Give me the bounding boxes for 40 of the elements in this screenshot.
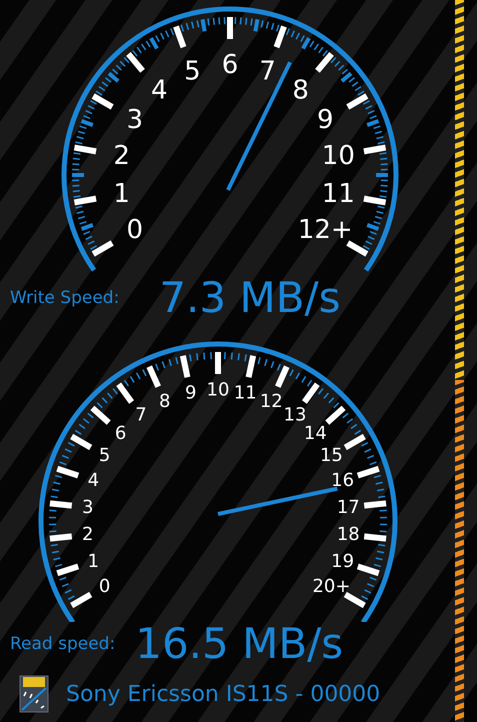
scale-label: 12 bbox=[260, 390, 283, 412]
scale-label: 5 bbox=[184, 56, 201, 87]
scale-label: 17 bbox=[336, 496, 360, 518]
speed-value: 7.3 MB/s bbox=[159, 277, 341, 319]
scale-label: 9 bbox=[185, 382, 196, 404]
scale-label: 0 bbox=[98, 576, 110, 597]
scale-label: 10 bbox=[206, 380, 230, 400]
speed-label: Read speed: bbox=[10, 634, 116, 654]
scale-label: 6 bbox=[222, 50, 238, 80]
scale-label: 1 bbox=[88, 550, 100, 572]
scale-label: 11 bbox=[234, 382, 257, 404]
speed-label: Write Speed: bbox=[10, 288, 120, 308]
scale-label: 10 bbox=[322, 140, 355, 171]
scale-label: 12+ bbox=[298, 215, 353, 245]
scale-label: 8 bbox=[159, 390, 170, 412]
scale-label: 8 bbox=[292, 76, 309, 106]
scale-label: 9 bbox=[317, 105, 334, 135]
scale-label: 19 bbox=[331, 550, 354, 572]
scale-label: 16 bbox=[331, 470, 354, 492]
scale-label: 1 bbox=[113, 179, 130, 210]
scale-label: 2 bbox=[113, 140, 130, 171]
scale-label: 18 bbox=[336, 524, 360, 546]
memory-card-icon bbox=[18, 674, 50, 714]
scale-label: 0 bbox=[126, 215, 143, 245]
scale-label: 2 bbox=[82, 524, 94, 546]
scale-label: 15 bbox=[320, 445, 343, 466]
device-name: Sony Ericsson IS11S - 00000 bbox=[66, 682, 380, 706]
scale-label: 5 bbox=[98, 445, 110, 466]
scale-label: 14 bbox=[304, 422, 327, 444]
scale-label: 20+ bbox=[312, 576, 350, 597]
scale-label: 11 bbox=[322, 179, 355, 210]
scale-label: 3 bbox=[126, 105, 143, 135]
speed-value: 16.5 MB/s bbox=[135, 623, 344, 665]
scale-label: 13 bbox=[284, 404, 306, 426]
scale-label: 7 bbox=[259, 56, 276, 87]
scale-label: 4 bbox=[88, 470, 100, 492]
scale-label: 6 bbox=[114, 422, 126, 444]
scale-label: 4 bbox=[151, 76, 168, 106]
scale-label: 3 bbox=[82, 496, 94, 518]
scale-label: 7 bbox=[135, 404, 147, 426]
